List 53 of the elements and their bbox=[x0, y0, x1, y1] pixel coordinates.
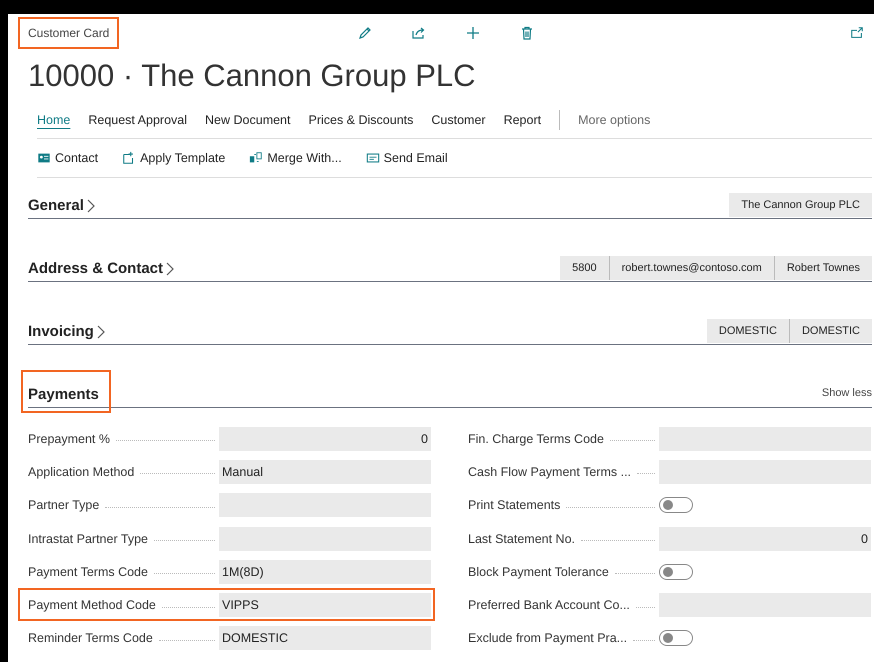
section-title[interactable]: Invoicing bbox=[28, 323, 94, 343]
input-field[interactable]: VIPPS bbox=[219, 593, 431, 618]
field-label: Intrastat Partner Type bbox=[28, 532, 148, 546]
field-label: Preferred Bank Account Co... bbox=[468, 598, 630, 612]
field-label: Block Payment Tolerance bbox=[468, 564, 609, 579]
menu-tab[interactable]: Home bbox=[37, 109, 70, 131]
input-field[interactable]: 1M(8D) bbox=[219, 560, 431, 584]
toggle-switch[interactable] bbox=[659, 497, 693, 514]
pop-out-icon[interactable] bbox=[850, 26, 864, 40]
pencil-icon[interactable] bbox=[357, 25, 374, 41]
toggle-switch[interactable] bbox=[659, 564, 693, 580]
toggle-switch[interactable] bbox=[659, 630, 693, 646]
summary-value: robert.townes@contoso.com bbox=[608, 256, 774, 280]
plus-icon[interactable] bbox=[465, 25, 482, 41]
input-field[interactable]: 0 bbox=[659, 526, 871, 551]
field-label: Prepayment % bbox=[28, 432, 110, 446]
more-options-tab[interactable]: More options bbox=[578, 109, 650, 131]
field-label: Last Statement No. bbox=[468, 532, 576, 546]
input-field[interactable]: 0 bbox=[219, 426, 431, 451]
page-caption: Customer Card bbox=[28, 26, 110, 40]
menu-tab[interactable]: Request Approval bbox=[88, 109, 188, 131]
field-label: Print Statements bbox=[468, 498, 560, 512]
action-button[interactable]: Contact bbox=[55, 151, 98, 165]
menu-tab[interactable]: New Document bbox=[205, 109, 290, 131]
section-title[interactable]: General bbox=[28, 197, 84, 217]
menu-tab[interactable]: Customer bbox=[431, 109, 486, 131]
summary-value: DOMESTIC bbox=[706, 319, 789, 343]
field-label: Reminder Terms Code bbox=[28, 631, 153, 646]
field-label: Application Method bbox=[28, 464, 134, 479]
summary-value: DOMESTIC bbox=[788, 319, 872, 343]
summary-value: The Cannon Group PLC bbox=[729, 193, 872, 217]
field-label: Fin. Charge Terms Code bbox=[468, 432, 604, 446]
action-button[interactable]: Merge With... bbox=[267, 151, 342, 165]
contact-card-icon bbox=[37, 151, 51, 165]
summary-value: Robert Townes bbox=[774, 256, 872, 280]
field-label: Payment Terms Code bbox=[28, 564, 148, 579]
field-label: Payment Method Code bbox=[28, 598, 156, 612]
menu-tab[interactable]: Prices & Discounts bbox=[308, 109, 414, 131]
show-less-link[interactable]: Show less bbox=[822, 387, 872, 407]
field-label: Cash Flow Payment Terms ... bbox=[468, 464, 632, 479]
summary-value: 5800 bbox=[560, 256, 609, 280]
menu-tab[interactable]: Report bbox=[504, 109, 542, 131]
input-field[interactable]: Manual bbox=[219, 460, 431, 484]
page-title: 10000 · The Cannon Group PLC bbox=[28, 57, 477, 95]
field-label: Exclude from Payment Pra... bbox=[468, 631, 628, 646]
merge-icon bbox=[249, 151, 264, 165]
email-icon bbox=[366, 151, 380, 165]
field-label: Partner Type bbox=[28, 498, 100, 512]
action-button[interactable]: Apply Template bbox=[140, 151, 226, 165]
action-button[interactable]: Send Email bbox=[384, 151, 448, 165]
section-title[interactable]: Payments bbox=[28, 386, 99, 406]
input-field[interactable]: DOMESTIC bbox=[219, 626, 431, 650]
section-title[interactable]: Address & Contact bbox=[28, 260, 164, 280]
